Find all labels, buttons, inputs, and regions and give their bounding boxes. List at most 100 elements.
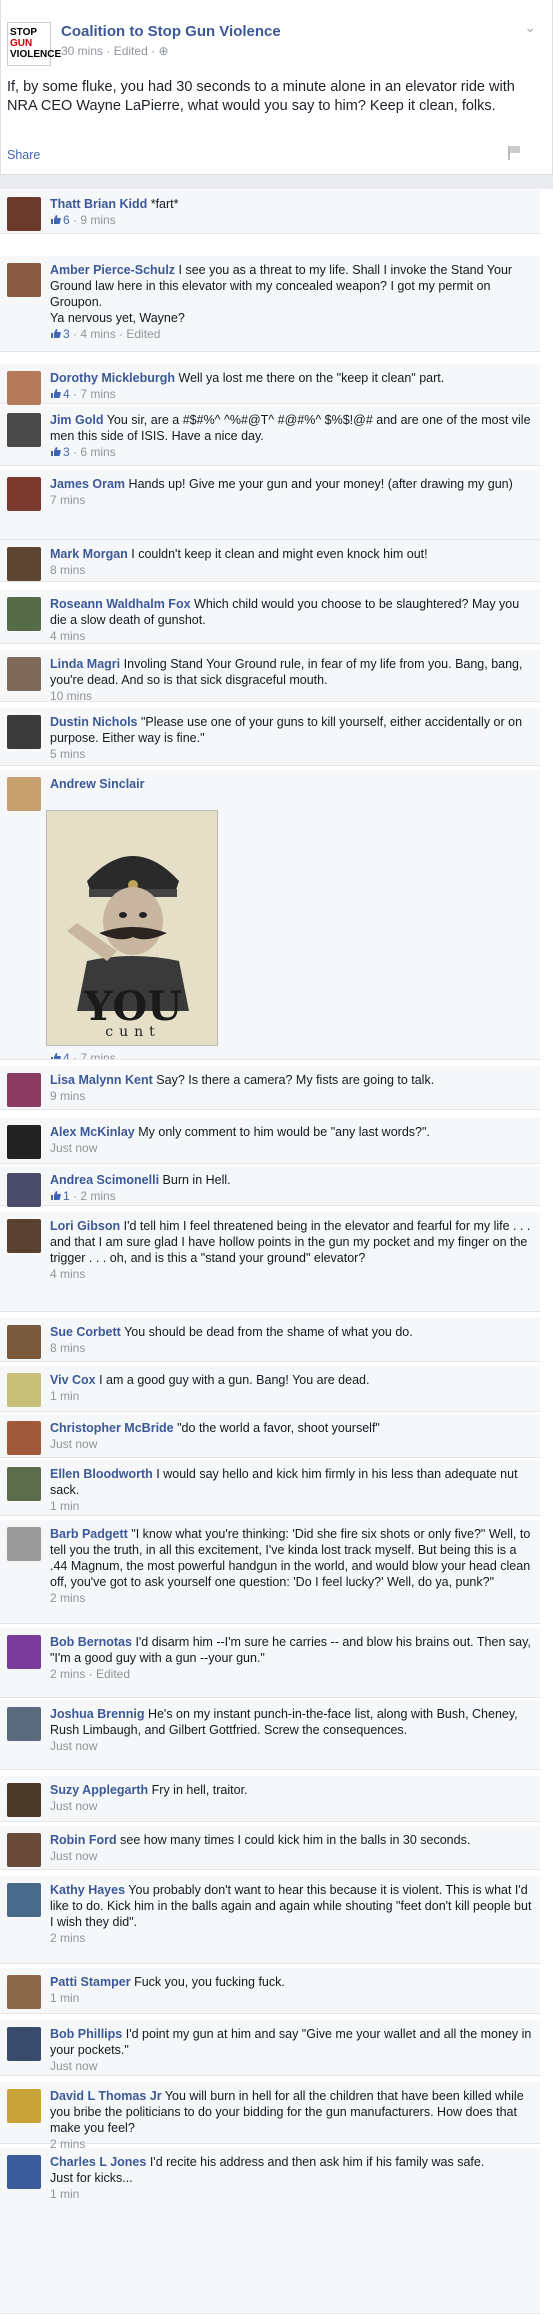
comment-time[interactable]: 2 mins · Edited — [50, 1667, 130, 1681]
like-count[interactable]: 4 — [50, 387, 70, 401]
edited-label[interactable]: Edited — [114, 44, 148, 58]
commenter-name-link[interactable]: Mark Morgan — [50, 547, 128, 561]
flag-icon[interactable] — [508, 146, 522, 160]
commenter-name-link[interactable]: Robin Ford — [50, 1833, 117, 1847]
comment-time[interactable]: Just now — [50, 1799, 97, 1813]
comment-time[interactable]: 4 mins — [50, 1267, 85, 1281]
chevron-down-icon[interactable]: ⌄ — [524, 18, 536, 36]
avatar[interactable] — [7, 1883, 41, 1917]
comment-time[interactable]: 1 min — [50, 1499, 79, 1513]
commenter-name-link[interactable]: Sue Corbett — [50, 1325, 121, 1339]
comment-time[interactable]: 2 mins — [50, 1591, 85, 1605]
comment-body: Sue Corbett You should be dead from the … — [50, 1324, 532, 1356]
like-count[interactable]: 4 — [50, 1051, 70, 1059]
comment-time[interactable]: 7 mins — [80, 387, 115, 401]
avatar[interactable] — [7, 1833, 41, 1867]
commenter-name-link[interactable]: Roseann Waldhalm Fox — [50, 597, 191, 611]
avatar[interactable] — [7, 1373, 41, 1407]
commenter-name-link[interactable]: Lisa Malynn Kent — [50, 1073, 153, 1087]
comment-time[interactable]: 8 mins — [50, 1341, 85, 1355]
like-count[interactable]: 6 — [50, 213, 70, 227]
commenter-name-link[interactable]: James Oram — [50, 477, 125, 491]
commenter-name-link[interactable]: Dorothy Mickleburgh — [50, 371, 175, 385]
avatar[interactable] — [7, 1325, 41, 1359]
avatar[interactable] — [7, 1073, 41, 1107]
avatar[interactable] — [7, 1707, 41, 1741]
comment-time[interactable]: 10 mins — [50, 689, 92, 703]
like-count[interactable]: 3 — [50, 445, 70, 459]
commenter-name-link[interactable]: Alex McKinlay — [50, 1125, 135, 1139]
avatar[interactable] — [7, 597, 41, 631]
like-value: 3 — [63, 327, 70, 341]
avatar[interactable] — [7, 197, 41, 231]
comment-time[interactable]: 4 mins · Edited — [80, 327, 160, 341]
avatar[interactable] — [7, 1783, 41, 1817]
commenter-name-link[interactable]: Bob Phillips — [50, 2027, 122, 2041]
commenter-name-link[interactable]: Suzy Applegarth — [50, 1783, 148, 1797]
commenter-name-link[interactable]: Viv Cox — [50, 1373, 96, 1387]
comment-time[interactable]: Just now — [50, 2059, 97, 2073]
avatar[interactable] — [7, 657, 41, 691]
avatar[interactable] — [7, 2027, 41, 2061]
comment-time[interactable]: 2 mins — [50, 1931, 85, 1945]
comment-time[interactable]: Just now — [50, 1437, 97, 1451]
comment-time[interactable]: 9 mins — [50, 1089, 85, 1103]
avatar[interactable] — [7, 2089, 41, 2123]
avatar[interactable] — [7, 1975, 41, 2009]
commenter-name-link[interactable]: Patti Stamper — [50, 1975, 131, 1989]
commenter-name-link[interactable]: Amber Pierce-Schulz — [50, 263, 175, 277]
commenter-name-link[interactable]: Charles L Jones — [50, 2155, 146, 2169]
avatar[interactable] — [7, 1527, 41, 1561]
avatar[interactable] — [7, 1467, 41, 1501]
post-time[interactable]: 30 mins — [61, 44, 103, 58]
like-count[interactable]: 3 — [50, 327, 70, 341]
comment-time[interactable]: 9 mins — [80, 213, 115, 227]
avatar[interactable] — [7, 715, 41, 749]
commenter-name-link[interactable]: Jim Gold — [50, 413, 103, 427]
avatar[interactable] — [7, 1125, 41, 1159]
commenter-name-link[interactable]: Andrea Scimonelli — [50, 1173, 159, 1187]
commenter-name-link[interactable]: David L Thomas Jr — [50, 2089, 162, 2103]
like-count[interactable]: 1 — [50, 1189, 70, 1203]
avatar[interactable] — [7, 2155, 41, 2189]
avatar[interactable] — [7, 777, 41, 811]
comment-time[interactable]: 8 mins — [50, 563, 85, 577]
page-name-link[interactable]: Coalition to Stop Gun Violence — [61, 22, 281, 42]
commenter-name-link[interactable]: Lori Gibson — [50, 1219, 120, 1233]
comment-time[interactable]: 6 mins — [80, 445, 115, 459]
comment-time[interactable]: 4 mins — [50, 629, 85, 643]
commenter-name-link[interactable]: Thatt Brian Kidd — [50, 197, 147, 211]
comment: Linda Magri Involing Stand Your Ground r… — [0, 650, 540, 703]
avatar[interactable] — [7, 1635, 41, 1669]
commenter-name-link[interactable]: Linda Magri — [50, 657, 120, 671]
comment-time[interactable]: Just now — [50, 1849, 97, 1863]
avatar[interactable] — [7, 263, 41, 297]
avatar[interactable] — [7, 1173, 41, 1207]
commenter-name-link[interactable]: Joshua Brennig — [50, 1707, 144, 1721]
commenter-name-link[interactable]: Kathy Hayes — [50, 1883, 125, 1897]
comment-time[interactable]: Just now — [50, 1141, 97, 1155]
comment-time[interactable]: 1 min — [50, 1991, 79, 2005]
commenter-name-link[interactable]: Andrew Sinclair — [50, 777, 144, 791]
comment-time[interactable]: 7 mins — [80, 1051, 115, 1059]
commenter-name-link[interactable]: Dustin Nichols — [50, 715, 138, 729]
commenter-name-link[interactable]: Christopher McBride — [50, 1421, 174, 1435]
commenter-name-link[interactable]: Ellen Bloodworth — [50, 1467, 153, 1481]
comment-time[interactable]: 5 mins — [50, 747, 85, 761]
comment-time[interactable]: 7 mins — [50, 493, 85, 507]
comment-time[interactable]: 1 min — [50, 1389, 79, 1403]
meme-image[interactable]: YOU cunt — [46, 810, 218, 1046]
page-logo[interactable]: STOP GUN VIOLENCE — [7, 22, 61, 66]
avatar[interactable] — [7, 371, 41, 405]
avatar[interactable] — [7, 547, 41, 581]
avatar[interactable] — [7, 1219, 41, 1253]
avatar[interactable] — [7, 413, 41, 447]
comment-time[interactable]: 2 mins — [80, 1189, 115, 1203]
comment-time[interactable]: 1 min — [50, 2187, 79, 2201]
share-link[interactable]: Share — [7, 147, 40, 163]
commenter-name-link[interactable]: Barb Padgett — [50, 1527, 128, 1541]
avatar[interactable] — [7, 477, 41, 511]
commenter-name-link[interactable]: Bob Bernotas — [50, 1635, 132, 1649]
comment-time[interactable]: Just now — [50, 1739, 97, 1753]
avatar[interactable] — [7, 1421, 41, 1455]
